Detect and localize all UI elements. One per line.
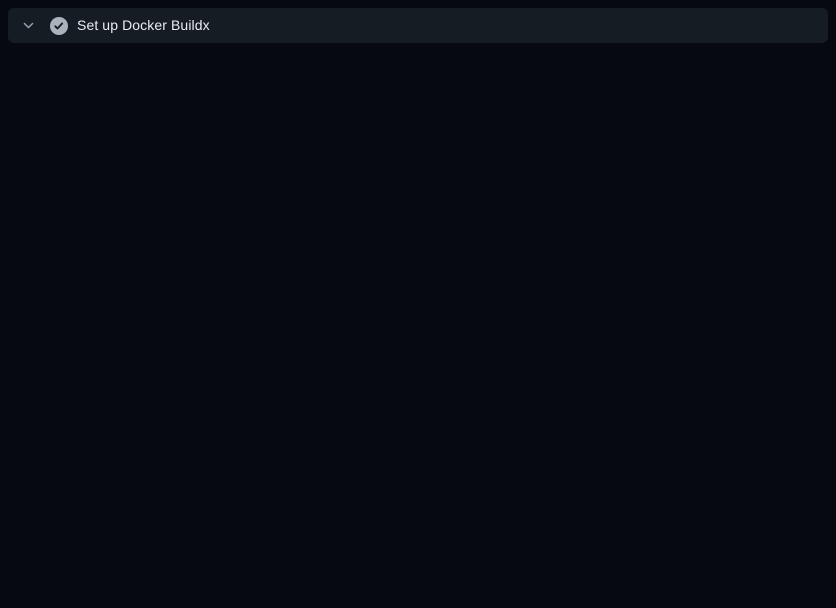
log-row: 136builder-d9cfb5a1-c764-445a-a57e-0b19d… [8, 580, 828, 600]
log-row: 99builder-d9cfb5a1-c764-445a-a57e-0b19d2… [8, 196, 828, 216]
step-title: Set up Docker Buildx [77, 8, 210, 43]
log-row: 132 "driver": "docker-container", [8, 499, 828, 519]
log-row: 134} [8, 540, 828, 560]
log-row: 96github.com/docker/buildx 0.10.3+azure-… [8, 136, 828, 156]
log-container: 1▸Run ./ 7▸Docker info 94▾Buildx version… [8, 43, 828, 600]
log-row: 98/usr/bin/docker buildx create --name b… [8, 176, 828, 196]
log-row: 120{ [8, 257, 828, 277]
log-row: 125 "status": "running", [8, 358, 828, 378]
check-circle-icon [50, 17, 68, 35]
log-row: 123 "name": "builder-d9cfb5a1-c764-445a-… [8, 317, 828, 337]
log-row[interactable]: 7▸Docker info [8, 75, 828, 95]
log-row: 126 "buildkitd-flags": "--allow-insecure… [8, 378, 828, 398]
log-viewer: Set up Docker Buildx 1▸Run ./ 7▸Docker i… [0, 0, 836, 608]
log-row[interactable]: 97▾Creating a new builder instance [8, 156, 828, 176]
log-row: 129 } [8, 439, 828, 459]
log-row: 124 "endpoint": "unix:///var/run/docker.… [8, 338, 828, 358]
log-row[interactable]: 119▾Inspect builder [8, 237, 828, 257]
log-row: 122 { [8, 297, 828, 317]
log-row: 95/usr/bin/docker buildx version [8, 116, 828, 136]
log-row: 121 "nodes": [ [8, 277, 828, 297]
log-row: 131 "name": "builder-d9cfb5a1-c764-445a-… [8, 479, 828, 499]
log-row[interactable]: 1▸Run ./ [8, 55, 828, 75]
log-row: 133 "lastActivity": "2023-02-25T11:58:12… [8, 519, 828, 539]
log-row: 130 ], [8, 459, 828, 479]
log-row[interactable]: 135▾BuildKit version [8, 560, 828, 580]
log-row: 127 "buildkit": "v0.11.3", [8, 398, 828, 418]
log-row: 128 "platforms": "linux/amd64,linux/amd6… [8, 418, 828, 438]
step-header[interactable]: Set up Docker Buildx [8, 8, 828, 43]
chevron-down-icon [22, 19, 35, 32]
log-row[interactable]: 100▸Booting builder [8, 217, 828, 237]
log-row[interactable]: 94▾Buildx version [8, 95, 828, 115]
